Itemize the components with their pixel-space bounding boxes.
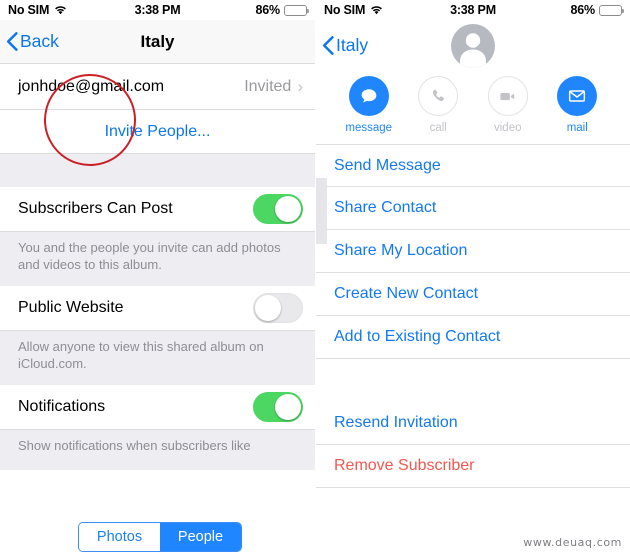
invite-people-button[interactable]: Invite People... <box>0 110 315 154</box>
setting-row-notifications[interactable]: Notifications <box>0 385 315 430</box>
menu-group-spacer <box>316 359 630 402</box>
phone-icon <box>418 76 459 116</box>
menu-item-remove-subscriber[interactable]: Remove Subscriber <box>316 445 630 488</box>
quick-action-mail[interactable]: mail <box>546 76 608 134</box>
notifications-toggle[interactable] <box>253 392 303 422</box>
setting-label: Notifications <box>18 398 106 415</box>
quick-action-message[interactable]: message <box>338 76 400 134</box>
carrier-label: No SIM <box>8 3 50 17</box>
battery-icon <box>598 4 624 16</box>
wifi-icon <box>54 5 67 15</box>
clock-label: 3:38 PM <box>450 3 496 17</box>
photos-people-segmented-control[interactable]: Photos People <box>78 522 242 552</box>
quick-actions-row: message call video mail <box>316 70 630 144</box>
setting-footnote: Show notifications when subscribers like <box>0 430 315 470</box>
subscriber-email: jonhdoe@gmail.com <box>18 77 165 95</box>
contact-actions-group-1: Send Message Share Contact Share My Loca… <box>316 144 630 359</box>
quick-action-label: call <box>429 122 447 134</box>
chevron-left-icon <box>322 35 334 55</box>
setting-footnote: You and the people you invite can add ph… <box>0 232 315 286</box>
carrier-label: No SIM <box>324 3 366 17</box>
menu-item-create-new-contact[interactable]: Create New Contact <box>316 273 630 316</box>
setting-footnote: Allow anyone to view this shared album o… <box>0 331 315 385</box>
segment-people[interactable]: People <box>160 523 241 551</box>
people-list: jonhdoe@gmail.com Invited › Invite Peopl… <box>0 64 315 154</box>
status-bar-left: No SIM 3:38 PM 86% <box>0 0 315 20</box>
setting-label: Public Website <box>18 299 124 316</box>
nav-bar-left: Back Italy <box>0 20 315 64</box>
setting-label: Subscribers Can Post <box>18 200 173 217</box>
setting-row-subscribers-can-post[interactable]: Subscribers Can Post <box>0 187 315 232</box>
envelope-icon <box>557 76 598 116</box>
public-website-toggle[interactable] <box>253 293 303 323</box>
nav-bar-right: Italy <box>316 20 630 70</box>
setting-row-public-website[interactable]: Public Website <box>0 286 315 331</box>
section-gap <box>0 154 315 187</box>
panel-edge-strip <box>316 178 327 244</box>
dual-phone-screenshot: No SIM 3:38 PM 86% Back Italy jonhdoe@gm… <box>0 0 630 559</box>
quick-action-label: video <box>494 122 522 134</box>
person-avatar-icon <box>451 24 495 68</box>
clock-label: 3:38 PM <box>134 3 181 17</box>
menu-item-share-my-location[interactable]: Share My Location <box>316 230 630 273</box>
subscribers-can-post-toggle[interactable] <box>253 194 303 224</box>
quick-action-label: mail <box>566 122 588 134</box>
quick-action-video: video <box>477 76 539 134</box>
menu-item-add-to-existing-contact[interactable]: Add to Existing Contact <box>316 316 630 359</box>
wifi-icon <box>370 5 383 15</box>
subscriber-row[interactable]: jonhdoe@gmail.com Invited › <box>0 64 315 110</box>
menu-item-share-contact[interactable]: Share Contact <box>316 187 630 230</box>
back-button[interactable]: Italy <box>316 35 368 56</box>
quick-action-label: message <box>345 122 393 134</box>
menu-item-send-message[interactable]: Send Message <box>316 144 630 187</box>
back-button[interactable]: Back <box>0 31 59 52</box>
subscriber-status: Invited <box>244 77 292 95</box>
right-phone-screen: No SIM 3:38 PM 86% Italy message call vi… <box>315 0 630 559</box>
quick-action-call: call <box>407 76 469 134</box>
battery-percent-label: 86% <box>255 3 281 17</box>
battery-percent-label: 86% <box>570 3 596 17</box>
segment-photos[interactable]: Photos <box>79 523 160 551</box>
chevron-right-icon: › <box>297 77 303 96</box>
contact-actions-group-2: Resend Invitation Remove Subscriber <box>316 402 630 488</box>
watermark: www.deuaq.com <box>523 536 622 549</box>
back-button-label: Back <box>20 31 59 51</box>
battery-icon <box>283 4 309 16</box>
video-camera-icon <box>487 76 528 116</box>
invite-people-label: Invite People... <box>104 122 211 140</box>
left-phone-screen: No SIM 3:38 PM 86% Back Italy jonhdoe@gm… <box>0 0 315 559</box>
message-bubble-icon <box>348 76 389 116</box>
status-bar-right: No SIM 3:38 PM 86% <box>316 0 630 20</box>
back-button-label: Italy <box>336 34 369 55</box>
chevron-left-icon <box>6 32 18 51</box>
menu-item-resend-invitation[interactable]: Resend Invitation <box>316 402 630 445</box>
